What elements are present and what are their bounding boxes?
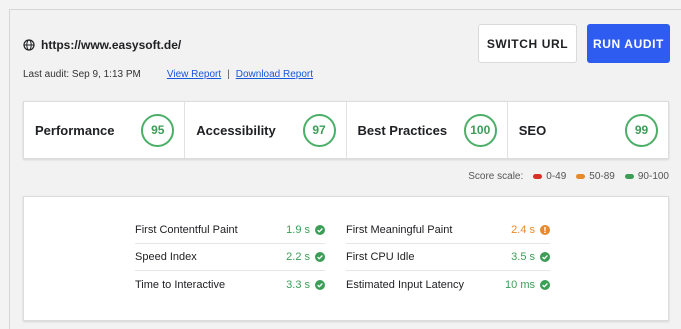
info-circle-icon — [540, 225, 550, 235]
last-audit-label: Last audit: Sep 9, 1:13 PM — [23, 69, 141, 80]
metric-value: 2.4 s — [511, 224, 550, 236]
score-gauge: 99 — [625, 113, 658, 147]
score-label: Performance — [35, 122, 115, 138]
metric-row: Estimated Input Latency 10 ms — [346, 271, 550, 298]
metric-value-text: 2.2 s — [286, 251, 310, 263]
score-performance[interactable]: Performance 95 — [24, 102, 186, 158]
url-row: https://www.easysoft.de/ — [23, 38, 181, 52]
score-scale-legend: Score scale: 0-49 50-89 90-100 — [468, 171, 669, 182]
check-circle-icon — [315, 225, 325, 235]
view-report-link[interactable]: View Report — [167, 69, 221, 80]
link-separator: | — [227, 69, 230, 80]
score-label: SEO — [518, 122, 547, 138]
average-range-swatch — [576, 174, 586, 179]
score-seo[interactable]: SEO 99 — [508, 102, 668, 158]
check-circle-icon — [315, 279, 325, 290]
metric-value-text: 2.4 s — [511, 224, 535, 236]
metric-value-text: 1.9 s — [286, 224, 310, 236]
metric-value: 1.9 s — [286, 224, 325, 236]
metric-name: First Meaningful Paint — [346, 224, 453, 236]
run-audit-button[interactable]: RUN AUDIT — [587, 24, 670, 63]
check-circle-icon — [540, 279, 550, 290]
score-accessibility[interactable]: Accessibility 97 — [185, 102, 347, 158]
check-circle-icon — [315, 252, 325, 262]
score-label: Accessibility — [196, 122, 276, 138]
metric-row: Time to Interactive 3.3 s — [135, 271, 325, 298]
metric-value-text: 3.3 s — [286, 278, 310, 291]
metrics-column-right: First Meaningful Paint 2.4 s First CPU I… — [346, 217, 550, 298]
check-circle-icon — [540, 252, 550, 262]
metric-value: 10 ms — [505, 279, 550, 291]
switch-url-button[interactable]: SWITCH URL — [478, 24, 577, 63]
average-range-label: 50-89 — [589, 171, 615, 182]
metric-row: First Contentful Paint 1.9 s — [135, 217, 325, 244]
metric-name: Estimated Input Latency — [346, 278, 465, 291]
download-report-link[interactable]: Download Report — [236, 69, 313, 80]
poor-range-label: 0-49 — [546, 171, 567, 182]
score-gauge: 100 — [463, 113, 497, 147]
score-label: Best Practices — [357, 122, 448, 138]
score-best-practices[interactable]: Best Practices 100 — [347, 102, 508, 158]
metric-row: Speed Index 2.2 s — [135, 244, 325, 271]
metric-name: First Contentful Paint — [135, 224, 238, 236]
metric-row: First CPU Idle 3.5 s — [346, 244, 550, 271]
globe-icon — [23, 39, 35, 51]
score-summary: Performance 95 Accessibility 97 Best Pra… — [23, 101, 669, 159]
score-scale-label: Score scale: — [468, 171, 524, 182]
score-gauge: 97 — [302, 113, 336, 147]
metric-value: 2.2 s — [286, 251, 325, 263]
poor-range-swatch — [533, 174, 543, 179]
good-range-label: 90-100 — [637, 171, 669, 182]
metric-value: 3.5 s — [511, 251, 550, 263]
metrics-column-left: First Contentful Paint 1.9 s Speed Index… — [135, 217, 325, 298]
metric-value: 3.3 s — [286, 279, 325, 291]
good-range-swatch — [624, 174, 634, 179]
metric-name: First CPU Idle — [346, 251, 415, 263]
metric-value-text: 10 ms — [505, 278, 535, 291]
metric-name: Speed Index — [135, 251, 197, 263]
metric-value-text: 3.5 s — [511, 251, 535, 263]
metric-row: First Meaningful Paint 2.4 s — [346, 217, 550, 244]
site-url: https://www.easysoft.de/ — [41, 38, 182, 52]
metrics-panel: First Contentful Paint 1.9 s Speed Index… — [23, 196, 669, 321]
score-gauge: 95 — [141, 113, 175, 147]
audit-info: Last audit: Sep 9, 1:13 PM View Report |… — [23, 69, 313, 80]
metric-name: Time to Interactive — [135, 278, 226, 291]
